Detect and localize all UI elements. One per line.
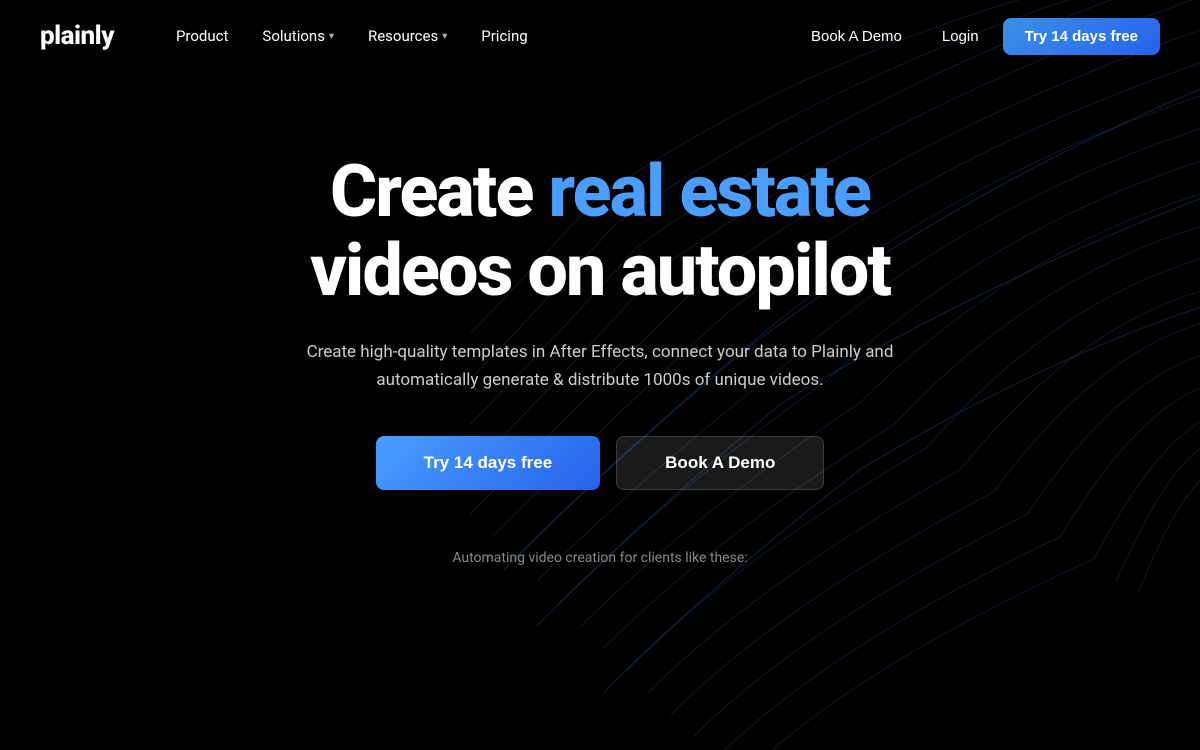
solutions-chevron-icon: ▾	[329, 31, 334, 42]
try-free-hero-button[interactable]: Try 14 days free	[376, 436, 601, 490]
navbar: plainly Product Solutions ▾ Resources ▾ …	[0, 0, 1200, 72]
nav-pricing[interactable]: Pricing	[467, 19, 541, 53]
book-demo-hero-button[interactable]: Book A Demo	[616, 436, 824, 490]
nav-resources[interactable]: Resources ▾	[354, 19, 461, 53]
hero-subtext: Create high-quality templates in After E…	[290, 338, 910, 394]
hero-headline: Create real estate videos on autopilot	[310, 152, 890, 310]
nav-solutions[interactable]: Solutions ▾	[248, 19, 348, 53]
logo[interactable]: plainly	[40, 21, 114, 51]
book-demo-nav-button[interactable]: Book A Demo	[795, 20, 918, 53]
clients-label: Automating video creation for clients li…	[0, 550, 1200, 566]
hero-buttons: Try 14 days free Book A Demo	[376, 436, 825, 490]
try-free-nav-button[interactable]: Try 14 days free	[1003, 18, 1160, 55]
hero-section: Create real estate videos on autopilot C…	[0, 72, 1200, 490]
nav-product[interactable]: Product	[162, 19, 242, 53]
resources-chevron-icon: ▾	[442, 31, 447, 42]
nav-right: Book A Demo Login Try 14 days free	[795, 18, 1160, 55]
nav-links: Product Solutions ▾ Resources ▾ Pricing	[162, 19, 795, 53]
login-button[interactable]: Login	[926, 20, 995, 53]
